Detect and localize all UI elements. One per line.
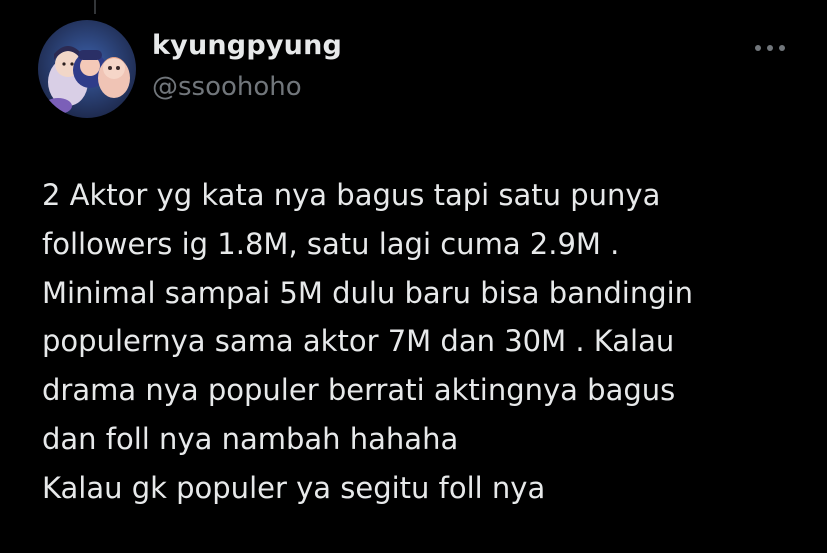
tweet-text-line: followers ig 1.8M, satu lagi cuma 2.9M .	[42, 226, 620, 261]
tweet-text-line: drama nya populer berrati aktingnya bagu…	[42, 373, 676, 408]
thread-connector-line	[94, 0, 96, 14]
tweet-text-line: Minimal sampai 5M dulu baru bisa banding…	[42, 275, 694, 310]
tweet-text-line: 2 Aktor yg kata nya bagus tapi satu puny…	[42, 178, 661, 212]
ellipsis-icon	[755, 45, 785, 51]
avatar-image-icon	[38, 20, 136, 118]
author-display-name[interactable]: kyungpyung	[152, 30, 342, 61]
author-handle[interactable]: @ssoohoho	[152, 72, 302, 102]
tweet-text-line: Kalau gk populer ya segitu foll nya	[42, 470, 546, 505]
more-options-button[interactable]	[748, 34, 792, 62]
tweet-text-line: populernya sama aktor 7M dan 30M . Kalau	[42, 324, 675, 359]
tweet-text: 2 Aktor yg kata nya bagus tapi satu puny…	[42, 171, 812, 513]
author-avatar[interactable]	[38, 20, 136, 118]
tweet-text-line: dan foll nya nambah hahaha	[42, 421, 459, 456]
